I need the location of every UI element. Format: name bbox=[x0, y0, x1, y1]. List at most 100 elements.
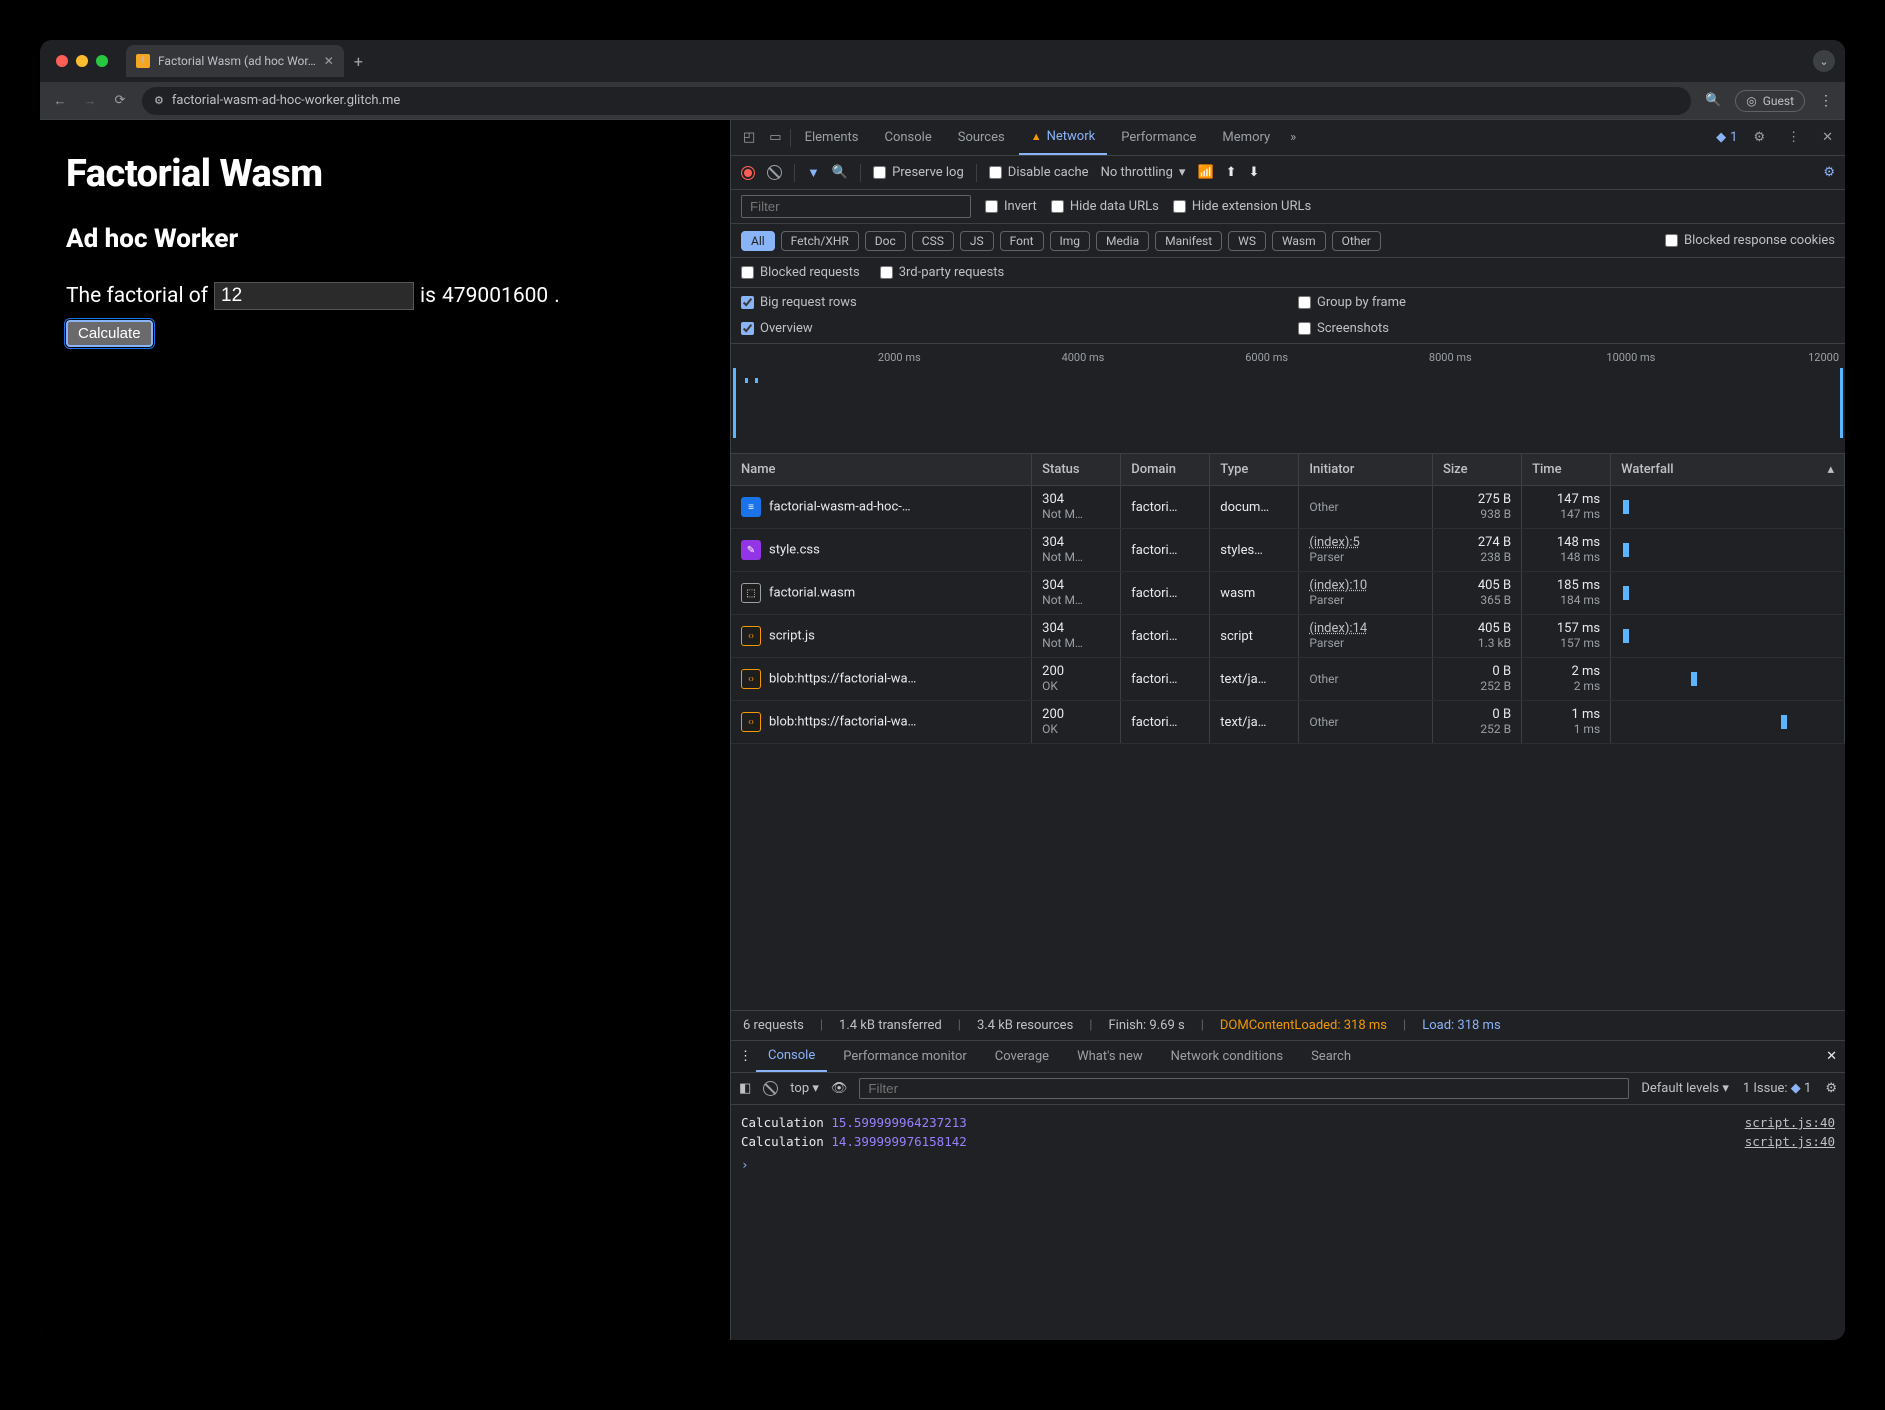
source-link[interactable]: script.js:40 bbox=[1745, 1115, 1835, 1130]
record-button[interactable] bbox=[741, 166, 755, 180]
type-chip[interactable]: WS bbox=[1228, 231, 1266, 251]
import-har-icon[interactable]: ⬆ bbox=[1226, 165, 1237, 180]
device-toolbar-icon[interactable]: ▭ bbox=[763, 130, 787, 145]
invert-checkbox[interactable]: Invert bbox=[985, 199, 1037, 214]
maximize-window-button[interactable] bbox=[96, 55, 108, 67]
browser-tab[interactable]: f Factorial Wasm (ad hoc Wor… ✕ bbox=[126, 45, 344, 77]
overview-checkbox[interactable]: Overview bbox=[741, 321, 1278, 336]
blocked-requests-checkbox[interactable]: Blocked requests bbox=[741, 265, 860, 280]
drawer-tab-netcond[interactable]: Network conditions bbox=[1159, 1041, 1295, 1072]
preserve-log-checkbox[interactable]: Preserve log bbox=[873, 165, 964, 180]
tab-overflow-button[interactable]: ⌄ bbox=[1813, 50, 1835, 72]
drawer-menu-icon[interactable]: ⋮ bbox=[739, 1049, 752, 1064]
devtools-tab-memory[interactable]: Memory bbox=[1210, 120, 1282, 155]
drawer-tab-perfmon[interactable]: Performance monitor bbox=[831, 1041, 979, 1072]
type-chip[interactable]: JS bbox=[960, 231, 994, 251]
close-window-button[interactable] bbox=[56, 55, 68, 67]
type-chip[interactable]: Media bbox=[1096, 231, 1149, 251]
screenshots-checkbox[interactable]: Screenshots bbox=[1298, 321, 1835, 336]
devtools-tab-sources[interactable]: Sources bbox=[946, 120, 1017, 155]
search-icon[interactable]: 🔍 bbox=[832, 165, 848, 180]
reload-button[interactable]: ⟳ bbox=[112, 93, 128, 108]
console-settings-icon[interactable]: ⚙ bbox=[1825, 1081, 1837, 1096]
console-filter-input[interactable] bbox=[859, 1078, 1629, 1099]
type-chip[interactable]: Font bbox=[1000, 231, 1044, 251]
type-chip[interactable]: CSS bbox=[912, 231, 954, 251]
inspect-icon[interactable]: ◰ bbox=[737, 130, 761, 145]
group-frame-checkbox[interactable]: Group by frame bbox=[1298, 295, 1835, 310]
profile-button[interactable]: ◎ Guest bbox=[1735, 90, 1805, 112]
drawer-tab-coverage[interactable]: Coverage bbox=[983, 1041, 1061, 1072]
minimize-window-button[interactable] bbox=[76, 55, 88, 67]
drawer-tab-search[interactable]: Search bbox=[1299, 1041, 1363, 1072]
filter-toggle-icon[interactable]: ▼ bbox=[807, 165, 820, 181]
col-time[interactable]: Time bbox=[1522, 454, 1611, 486]
devtools-close-icon[interactable]: ✕ bbox=[1816, 130, 1839, 145]
issues-badge[interactable]: ◆ 1 bbox=[1716, 130, 1737, 145]
devtools-tab-performance[interactable]: Performance bbox=[1109, 120, 1208, 155]
devtools-tab-console[interactable]: Console bbox=[872, 120, 943, 155]
big-rows-checkbox[interactable]: Big request rows bbox=[741, 295, 1278, 310]
zoom-icon[interactable]: 🔍 bbox=[1705, 93, 1721, 108]
disable-cache-checkbox[interactable]: Disable cache bbox=[989, 165, 1089, 180]
clear-button[interactable] bbox=[767, 165, 782, 180]
close-tab-icon[interactable]: ✕ bbox=[324, 54, 334, 68]
col-initiator[interactable]: Initiator bbox=[1299, 454, 1433, 486]
drawer-tab-whatsnew[interactable]: What's new bbox=[1065, 1041, 1155, 1072]
devtools-settings-icon[interactable]: ⚙ bbox=[1747, 130, 1771, 145]
type-chip[interactable]: Fetch/XHR bbox=[781, 231, 859, 251]
console-sidebar-icon[interactable]: ◧ bbox=[739, 1081, 751, 1096]
third-party-checkbox[interactable]: 3rd-party requests bbox=[880, 265, 1005, 280]
console-clear-button[interactable] bbox=[763, 1081, 778, 1096]
log-levels-select[interactable]: Default levels ▾ bbox=[1641, 1081, 1729, 1096]
table-row[interactable]: ‹›script.js 304Not M… factori… script (i… bbox=[731, 615, 1845, 658]
col-status[interactable]: Status bbox=[1032, 454, 1121, 486]
col-size[interactable]: Size bbox=[1432, 454, 1521, 486]
network-conditions-icon[interactable]: 📶 bbox=[1197, 165, 1213, 180]
browser-menu-button[interactable]: ⋮ bbox=[1819, 93, 1833, 109]
table-row[interactable]: ‹›blob:https://factorial-wa… 200OK facto… bbox=[731, 658, 1845, 701]
table-row[interactable]: ✎style.css 304Not M… factori… styles… (i… bbox=[731, 529, 1845, 572]
col-name[interactable]: Name bbox=[731, 454, 1032, 486]
network-settings-icon[interactable]: ⚙ bbox=[1823, 165, 1835, 180]
context-select[interactable]: top ▾ bbox=[790, 1081, 819, 1096]
blocked-cookies-checkbox[interactable]: Blocked response cookies bbox=[1665, 233, 1835, 248]
type-chip[interactable]: Img bbox=[1050, 231, 1091, 251]
source-link[interactable]: script.js:40 bbox=[1745, 1134, 1835, 1149]
network-filter-input[interactable] bbox=[741, 195, 971, 218]
back-button[interactable]: ← bbox=[52, 93, 68, 109]
live-expression-icon[interactable]: 👁 bbox=[831, 1081, 848, 1096]
site-info-icon[interactable]: ⚙ bbox=[154, 94, 164, 107]
throttling-select[interactable]: No throttling ▾ bbox=[1101, 165, 1186, 180]
sort-indicator-icon: ▴ bbox=[1827, 462, 1834, 477]
timeline-overview[interactable]: 2000 ms 4000 ms 6000 ms 8000 ms 10000 ms… bbox=[731, 344, 1845, 454]
drawer-close-icon[interactable]: ✕ bbox=[1826, 1049, 1837, 1064]
col-type[interactable]: Type bbox=[1210, 454, 1299, 486]
hide-data-urls-checkbox[interactable]: Hide data URLs bbox=[1051, 199, 1159, 214]
table-row[interactable]: ‹›blob:https://factorial-wa… 200OK facto… bbox=[731, 701, 1845, 744]
hide-ext-urls-checkbox[interactable]: Hide extension URLs bbox=[1173, 199, 1311, 214]
col-waterfall[interactable]: Waterfall ▴ bbox=[1611, 454, 1845, 486]
table-row[interactable]: ≡factorial-wasm-ad-hoc-… 304Not M… facto… bbox=[731, 486, 1845, 529]
type-chip[interactable]: Other bbox=[1332, 231, 1381, 251]
factorial-input[interactable] bbox=[214, 282, 414, 310]
result-text: 479001600 bbox=[442, 284, 548, 308]
devtools-menu-icon[interactable]: ⋮ bbox=[1781, 130, 1806, 145]
type-chip-all[interactable]: All bbox=[741, 231, 775, 251]
calculate-button[interactable]: Calculate bbox=[66, 320, 153, 347]
more-tabs-icon[interactable]: » bbox=[1284, 130, 1302, 145]
devtools-tab-elements[interactable]: Elements bbox=[793, 120, 871, 155]
type-chip[interactable]: Doc bbox=[865, 231, 906, 251]
drawer-tab-console[interactable]: Console bbox=[756, 1041, 827, 1072]
issue-indicator[interactable]: 1 Issue: ◆ 1 bbox=[1743, 1081, 1811, 1096]
type-chip[interactable]: Wasm bbox=[1272, 231, 1326, 251]
console-prompt[interactable]: › bbox=[741, 1151, 1835, 1172]
new-tab-button[interactable]: + bbox=[344, 52, 373, 71]
forward-button[interactable]: → bbox=[82, 93, 98, 109]
url-field[interactable]: ⚙ factorial-wasm-ad-hoc-worker.glitch.me bbox=[142, 87, 1691, 115]
table-row[interactable]: ⬚factorial.wasm 304Not M… factori… wasm … bbox=[731, 572, 1845, 615]
export-har-icon[interactable]: ⬇ bbox=[1249, 165, 1260, 180]
col-domain[interactable]: Domain bbox=[1121, 454, 1210, 486]
type-chip[interactable]: Manifest bbox=[1155, 231, 1222, 251]
devtools-tab-network[interactable]: ▲Network bbox=[1019, 120, 1108, 155]
